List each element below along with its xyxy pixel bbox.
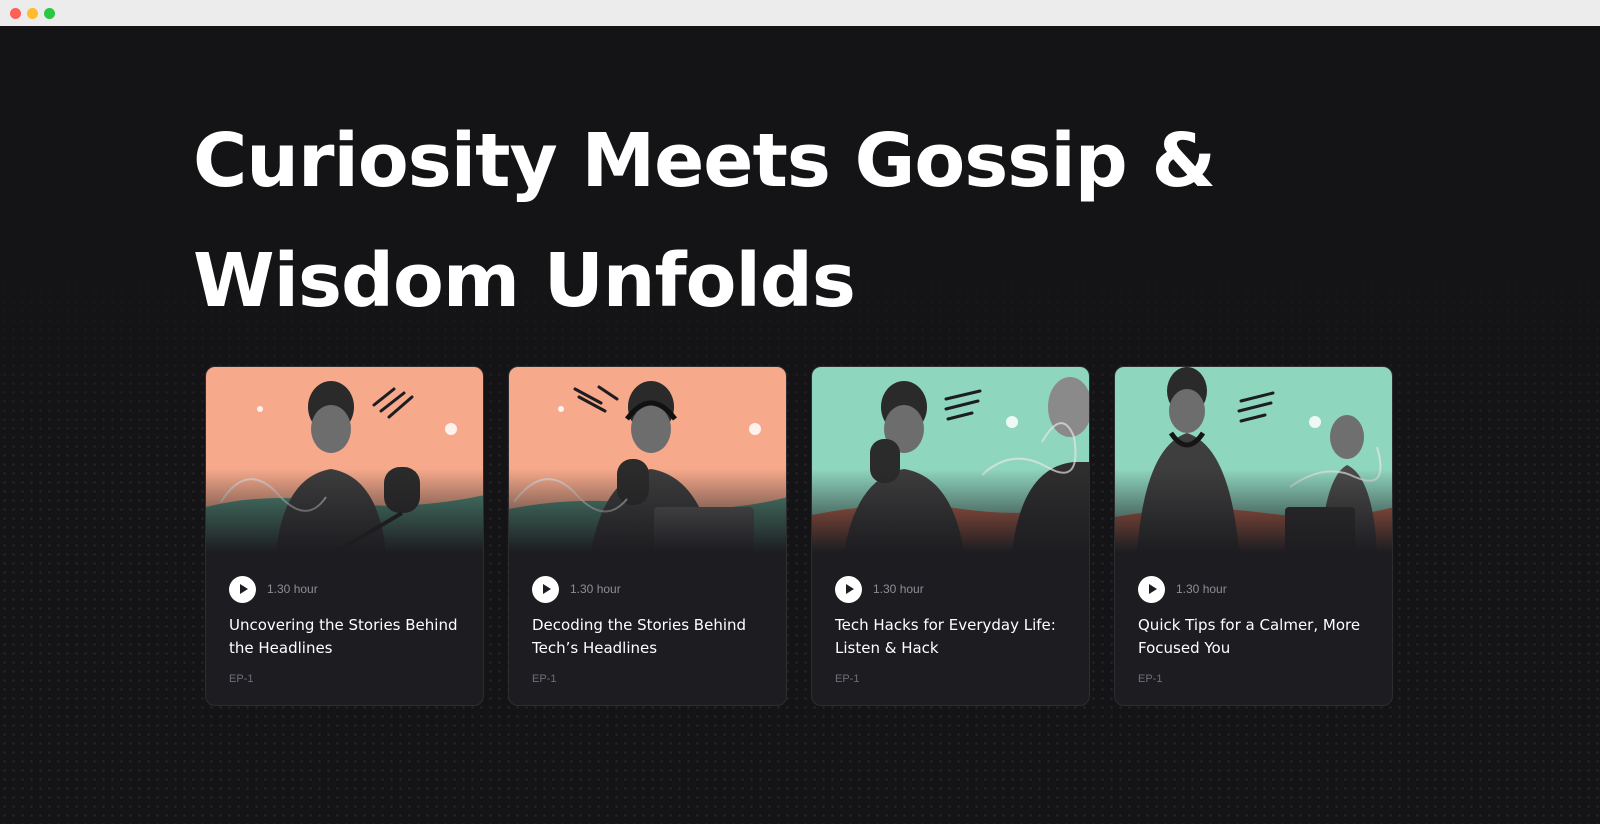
episode-number: EP-1 <box>1138 673 1163 685</box>
episode-card[interactable]: 1.30 hour Decoding the Stories Behind Te… <box>508 366 787 706</box>
play-icon[interactable] <box>532 575 559 603</box>
episode-duration: 1.30 hour <box>1176 582 1227 596</box>
episode-meta: 1.30 hour <box>1138 575 1227 603</box>
episode-title[interactable]: Quick Tips for a Calmer, More Focused Yo… <box>1138 614 1378 660</box>
episode-meta: 1.30 hour <box>229 575 318 603</box>
episode-card[interactable]: 1.30 hour Quick Tips for a Calmer, More … <box>1114 366 1393 706</box>
play-icon[interactable] <box>835 575 862 603</box>
minimize-window-button[interactable] <box>27 8 38 19</box>
play-icon[interactable] <box>229 575 256 603</box>
episode-title[interactable]: Tech Hacks for Everyday Life: Listen & H… <box>835 614 1075 660</box>
episode-thumbnail <box>509 367 786 552</box>
episode-title[interactable]: Uncovering the Stories Behind the Headli… <box>229 614 469 660</box>
episode-number: EP-1 <box>532 673 557 685</box>
play-icon[interactable] <box>1138 575 1165 603</box>
episode-card[interactable]: 1.30 hour Tech Hacks for Everyday Life: … <box>811 366 1090 706</box>
page-headline: Curiosity Meets Gossip & Wisdom Unfolds <box>193 118 1216 324</box>
browser-window: Curiosity Meets Gossip & Wisdom Unfolds <box>0 0 1600 824</box>
episode-duration: 1.30 hour <box>873 582 924 596</box>
episode-card[interactable]: 1.30 hour Uncovering the Stories Behind … <box>205 366 484 706</box>
episode-meta: 1.30 hour <box>835 575 924 603</box>
episode-duration: 1.30 hour <box>267 582 318 596</box>
episode-thumbnail <box>1115 367 1392 552</box>
episode-title[interactable]: Decoding the Stories Behind Tech’s Headl… <box>532 614 772 660</box>
episode-thumbnail <box>812 367 1089 552</box>
podcast-section: Curiosity Meets Gossip & Wisdom Unfolds <box>0 26 1600 824</box>
episode-duration: 1.30 hour <box>570 582 621 596</box>
episode-meta: 1.30 hour <box>532 575 621 603</box>
episode-number: EP-1 <box>835 673 860 685</box>
episode-thumbnail <box>206 367 483 552</box>
window-titlebar <box>0 0 1600 26</box>
episode-card-list: 1.30 hour Uncovering the Stories Behind … <box>205 366 1395 706</box>
episode-number: EP-1 <box>229 673 254 685</box>
maximize-window-button[interactable] <box>44 8 55 19</box>
close-window-button[interactable] <box>10 8 21 19</box>
